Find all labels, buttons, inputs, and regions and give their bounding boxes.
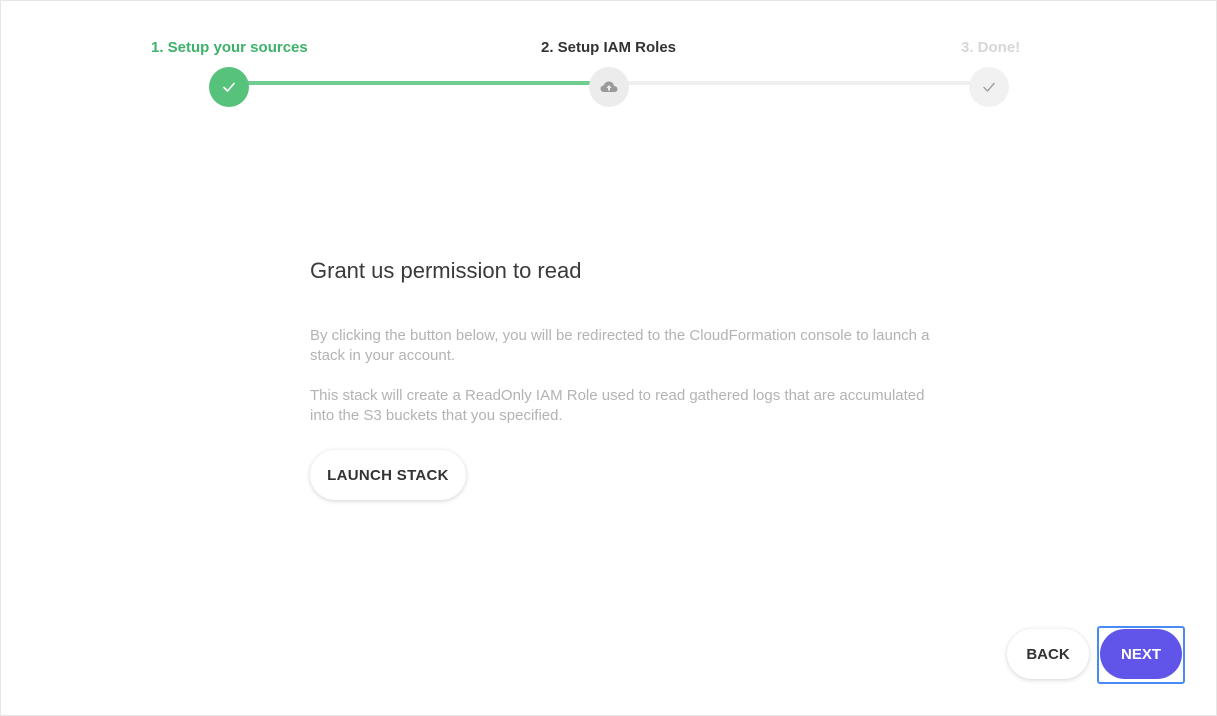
cloud-upload-icon — [600, 81, 618, 92]
stepper-track-completed — [229, 81, 609, 85]
step-2-node[interactable] — [589, 67, 629, 107]
check-icon — [223, 82, 235, 92]
stepper-track-pending — [609, 81, 989, 85]
step-1-label[interactable]: 1. Setup your sources — [151, 39, 308, 56]
check-icon — [983, 82, 995, 92]
back-button[interactable]: BACK — [1007, 629, 1089, 679]
step-3-label: 3. Done! — [961, 39, 1021, 56]
next-button[interactable]: NEXT — [1100, 629, 1182, 679]
launch-stack-button[interactable]: LAUNCH STACK — [310, 450, 466, 500]
step-1-node[interactable] — [209, 67, 249, 107]
wizard-panel: 1. Setup your sources 2. Setup IAM Roles… — [0, 0, 1217, 716]
step-2-label[interactable]: 2. Setup IAM Roles — [541, 39, 676, 56]
step-3-node — [969, 67, 1009, 107]
description-paragraph-2: This stack will create a ReadOnly IAM Ro… — [310, 387, 925, 424]
description-paragraph-1: By clicking the button below, you will b… — [310, 327, 930, 364]
page-title: Grant us permission to read — [310, 258, 582, 283]
